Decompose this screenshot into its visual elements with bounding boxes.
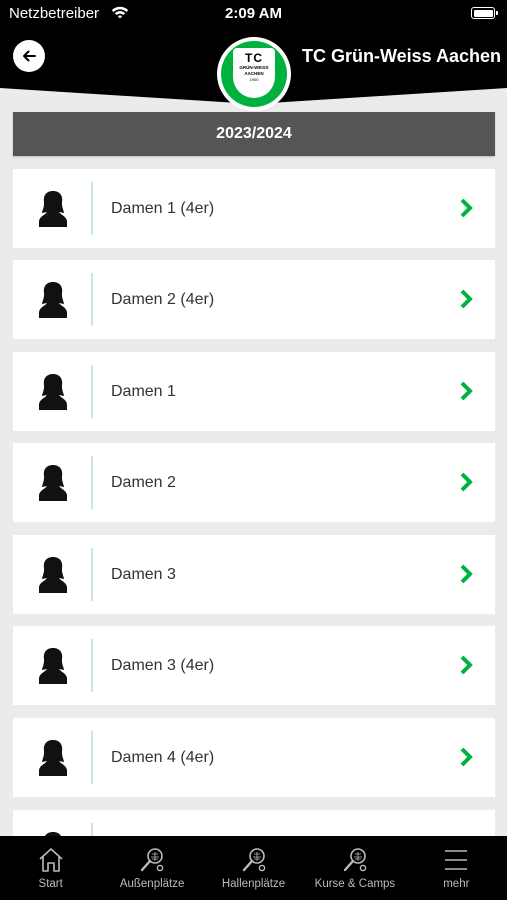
tab-label: Hallenplätze: [221, 878, 286, 890]
tab-bar: Start Außenplätze Hallenplätze Kurse & C…: [0, 836, 507, 900]
female-avatar-icon: [39, 374, 67, 410]
team-name: Damen 2 (4er): [111, 290, 215, 308]
page-title: TC Grün-Weiss Aachen: [301, 46, 501, 66]
arrow-left-icon: [23, 50, 36, 62]
back-button[interactable]: [13, 40, 45, 72]
home-icon: [39, 848, 63, 872]
chevron-right-icon: [460, 198, 473, 218]
divider: [91, 639, 93, 692]
team-name: Damen 1: [111, 382, 176, 400]
list-item[interactable]: Damen 1: [13, 352, 495, 431]
divider: [91, 273, 93, 326]
tab-start[interactable]: Start: [0, 836, 101, 900]
tab-hallenplaetze[interactable]: Hallenplätze: [203, 836, 304, 900]
team-name: Damen 1 (4er): [111, 199, 215, 217]
chevron-right-icon: [460, 381, 473, 401]
divider: [91, 365, 93, 418]
tab-kurse-camps[interactable]: Kurse & Camps: [304, 836, 405, 900]
female-avatar-icon: [39, 557, 67, 593]
season-header: 2023/2024: [13, 112, 495, 156]
list-item[interactable]: Damen 3 (4er): [13, 626, 495, 705]
list-item[interactable]: Damen 2 (4er): [13, 260, 495, 339]
chevron-right-icon: [460, 472, 473, 492]
season-label: 2023/2024: [216, 125, 292, 142]
team-name: Damen 3: [111, 565, 176, 583]
battery-icon: [471, 7, 498, 19]
club-logo: TC GRÜN-WEISS AACHEN 1900: [217, 37, 291, 111]
tennis-racket-icon: [242, 848, 265, 872]
list-item[interactable]: Damen 3: [13, 535, 495, 614]
tab-mehr[interactable]: mehr: [406, 836, 507, 900]
tab-label: Außenplätze: [119, 878, 185, 890]
logo-initials: TC: [245, 51, 263, 65]
tennis-racket-icon: [140, 848, 164, 872]
team-name: Damen 3 (4er): [111, 656, 215, 674]
chevron-right-icon: [460, 655, 473, 675]
divider: [91, 548, 93, 601]
tab-label: mehr: [443, 878, 470, 890]
divider: [91, 731, 93, 784]
team-name: Damen 2: [111, 473, 176, 491]
team-name: Damen 4 (4er): [111, 748, 215, 766]
list-item[interactable]: Damen 4 (4er): [13, 718, 495, 797]
female-avatar-icon: [39, 465, 67, 501]
female-avatar-icon: [39, 648, 67, 684]
menu-icon: [445, 850, 468, 870]
list-item[interactable]: Damen 2: [13, 443, 495, 522]
clock: 2:09 AM: [225, 5, 282, 22]
status-bar: Netzbetreiber 2:09 AM: [0, 0, 507, 28]
female-avatar-icon: [39, 191, 67, 227]
divider: [91, 456, 93, 509]
chevron-right-icon: [460, 289, 473, 309]
list-item[interactable]: Damen 1 (4er): [13, 169, 495, 248]
female-avatar-icon: [39, 740, 67, 776]
logo-year: 1900: [249, 77, 259, 82]
tab-label: Kurse & Camps: [314, 878, 396, 890]
chevron-right-icon: [460, 564, 473, 584]
chevron-right-icon: [460, 747, 473, 767]
tab-aussenplaetze[interactable]: Außenplätze: [101, 836, 202, 900]
tab-label: Start: [38, 878, 63, 890]
tennis-racket-icon: [343, 848, 367, 872]
divider: [91, 182, 93, 235]
female-avatar-icon: [39, 282, 67, 318]
